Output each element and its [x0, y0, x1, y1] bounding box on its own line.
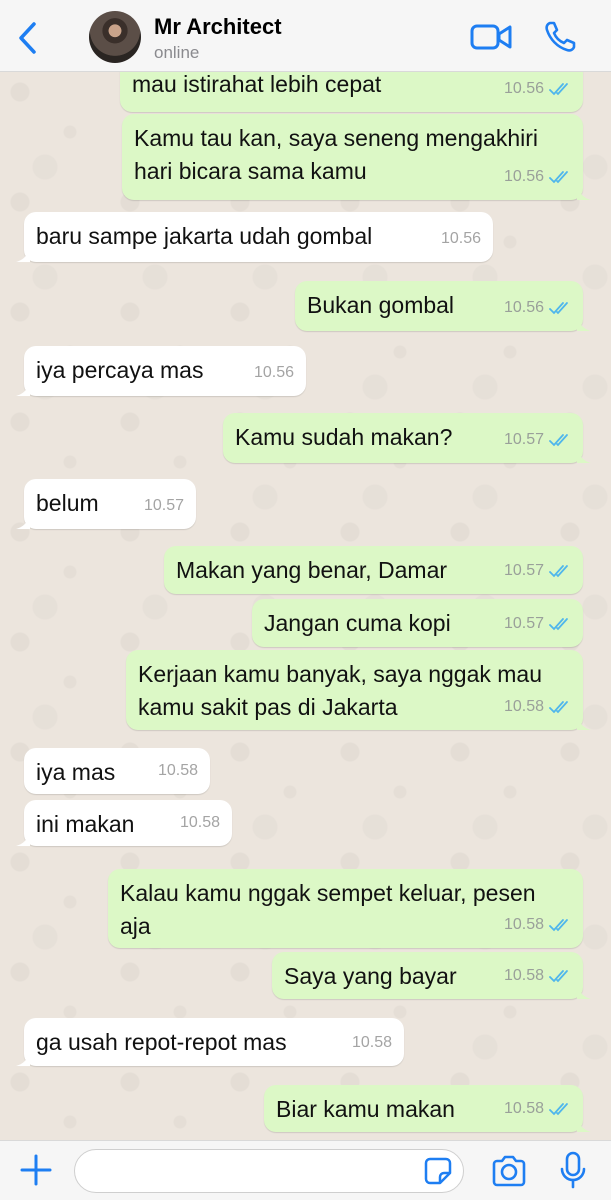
sticker-icon[interactable]: [424, 1157, 452, 1185]
contact-status: online: [154, 43, 200, 62]
outgoing-message[interactable]: Kamu sudah makan? 10.57: [223, 413, 591, 463]
outgoing-message[interactable]: Makan yang benar, Damar 10.57: [164, 546, 583, 594]
chat-header: Mr Architect online: [0, 0, 611, 72]
double-check-icon: [549, 564, 568, 577]
message-time: 10.57: [503, 562, 544, 579]
message-time: 10.58: [157, 762, 198, 779]
message-time: 10.58: [351, 1034, 392, 1051]
message-meta: 10.58: [504, 908, 571, 941]
message-list[interactable]: mau istirahat lebih cepat 10.56 Kamu tau k…: [0, 72, 611, 1140]
message-text: Kamu sudah makan?: [235, 424, 453, 450]
message-time: 10.58: [503, 967, 544, 984]
contact-name[interactable]: Mr Architect: [154, 14, 282, 40]
double-check-icon: [549, 433, 568, 446]
bubble-tail: [16, 246, 30, 262]
message-meta: 10.58: [158, 754, 198, 787]
message-text: iya mas: [36, 759, 116, 785]
double-check-icon: [549, 617, 568, 630]
message-text: belum: [36, 490, 99, 516]
message-meta: 10.58: [504, 959, 571, 992]
microphone-icon[interactable]: [560, 1151, 586, 1189]
message-meta: 10.58: [180, 806, 220, 839]
double-check-icon: [549, 700, 568, 713]
incoming-message[interactable]: belum 10.57: [16, 479, 196, 529]
bubble-tail: [577, 184, 591, 200]
outgoing-message[interactable]: Saya yang bayar 10.58: [272, 952, 591, 999]
outgoing-message[interactable]: Biar kamu makan 10.58: [264, 1085, 591, 1132]
outgoing-message[interactable]: Kamu tau kan, saya seneng mengakhiri har…: [122, 114, 591, 200]
message-time: 10.58: [503, 916, 544, 933]
message-meta: 10.57: [504, 607, 571, 640]
bubble-tail: [16, 380, 30, 396]
message-time: 10.56: [503, 80, 544, 97]
message-time: 10.58: [503, 1100, 544, 1117]
message-meta: 10.58: [352, 1026, 392, 1059]
message-meta: 10.57: [504, 554, 571, 587]
message-meta: 10.56: [441, 222, 481, 255]
message-text: Bukan gombal: [307, 292, 455, 318]
incoming-message[interactable]: ga usah repot-repot mas 10.58: [16, 1018, 404, 1066]
message-meta: 10.57: [144, 489, 184, 522]
double-check-icon: [549, 969, 568, 982]
message-text: baru sampe jakarta udah gombal: [36, 223, 373, 249]
bubble-tail: [16, 513, 30, 529]
message-text: ga usah repot-repot mas: [36, 1029, 287, 1055]
message-time: 10.56: [440, 230, 481, 247]
bubble-tail: [577, 983, 591, 999]
message-meta: 10.58: [504, 1092, 571, 1125]
double-check-icon: [549, 918, 568, 931]
message-time: 10.58: [503, 698, 544, 715]
bubble-tail: [577, 447, 591, 463]
outgoing-message[interactable]: mau istirahat lebih cepat 10.56: [120, 72, 583, 112]
video-camera-icon[interactable]: [470, 22, 512, 52]
incoming-message[interactable]: iya percaya mas 10.56: [16, 346, 306, 396]
plus-icon[interactable]: [19, 1153, 53, 1187]
phone-icon[interactable]: [543, 20, 577, 54]
message-time: 10.56: [503, 299, 544, 316]
incoming-message[interactable]: baru sampe jakarta udah gombal 10.56: [16, 212, 493, 262]
message-time: 10.57: [503, 615, 544, 632]
message-meta: 10.57: [504, 423, 571, 456]
bubble-tail: [577, 714, 591, 730]
message-text: ini makan: [36, 811, 135, 837]
message-text: Saya yang bayar: [284, 963, 457, 989]
message-meta: 10.56: [504, 72, 571, 105]
message-text: Kerjaan kamu banyak, saya nggak mau kamu…: [138, 661, 543, 720]
message-text: Jangan cuma kopi: [264, 610, 451, 636]
bubble-tail: [16, 1050, 30, 1066]
incoming-message[interactable]: ini makan 10.58: [16, 800, 232, 846]
message-time: 10.56: [253, 364, 294, 381]
message-text: mau istirahat lebih cepat: [132, 72, 382, 97]
outgoing-message[interactable]: Kalau kamu nggak sempet keluar, pesen aj…: [108, 869, 583, 948]
message-time: 10.56: [503, 168, 544, 185]
incoming-message[interactable]: iya mas 10.58: [24, 748, 210, 794]
avatar[interactable]: [89, 11, 141, 63]
outgoing-message[interactable]: Kerjaan kamu banyak, saya nggak mau kamu…: [126, 650, 591, 730]
bubble-tail: [16, 830, 30, 846]
double-check-icon: [549, 82, 568, 95]
message-text: Makan yang benar, Damar: [176, 557, 448, 583]
message-meta: 10.56: [504, 160, 571, 193]
message-text: Kalau kamu nggak sempet keluar, pesen aj…: [120, 880, 536, 939]
input-bar: [0, 1140, 611, 1200]
message-input[interactable]: [74, 1149, 464, 1193]
double-check-icon: [549, 1102, 568, 1115]
message-text: iya percaya mas: [36, 357, 204, 383]
message-text: Kamu tau kan, saya seneng mengakhiri har…: [134, 125, 539, 184]
message-meta: 10.56: [504, 291, 571, 324]
bubble-tail: [577, 315, 591, 331]
double-check-icon: [549, 170, 568, 183]
message-time: 10.57: [503, 431, 544, 448]
camera-icon[interactable]: [491, 1155, 527, 1187]
outgoing-message[interactable]: Bukan gombal 10.56: [295, 281, 591, 331]
message-text: Biar kamu makan: [276, 1096, 455, 1122]
message-time: 10.57: [143, 497, 184, 514]
outgoing-message[interactable]: Jangan cuma kopi 10.57: [252, 599, 583, 647]
message-meta: 10.56: [254, 356, 294, 389]
back-chevron-icon[interactable]: [14, 20, 44, 56]
message-time: 10.58: [179, 814, 220, 831]
double-check-icon: [549, 301, 568, 314]
bubble-tail: [577, 1116, 591, 1132]
message-meta: 10.58: [504, 690, 571, 723]
